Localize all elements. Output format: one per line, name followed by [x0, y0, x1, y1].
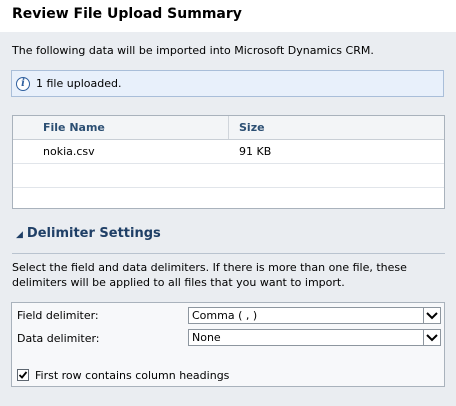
file-name-cell: nokia.csv	[43, 145, 95, 158]
notice-text: 1 file uploaded.	[36, 77, 122, 90]
column-header-file-name[interactable]: File Name	[43, 121, 105, 134]
delimiter-settings-box: Field delimiter: Comma ( , ) Data delimi…	[11, 302, 445, 387]
chevron-down-icon[interactable]	[423, 308, 440, 323]
page-header: Review File Upload Summary	[0, 0, 456, 32]
first-row-headings-label: First row contains column headings	[35, 369, 230, 382]
field-delimiter-value: Comma ( , )	[192, 309, 258, 322]
table-row-empty	[13, 164, 444, 188]
data-delimiter-select[interactable]: None	[188, 329, 441, 346]
collapse-triangle-icon: ◢	[16, 230, 23, 240]
table-header: File Name Size	[13, 116, 444, 140]
data-delimiter-label: Data delimiter:	[17, 332, 100, 345]
delimiter-section-toggle[interactable]: ◢ Delimiter Settings	[16, 226, 161, 241]
field-delimiter-label: Field delimiter:	[17, 309, 99, 322]
delimiter-description: Select the field and data delimiters. If…	[12, 261, 407, 289]
file-size-cell: 91 KB	[239, 145, 272, 158]
table-row[interactable]: nokia.csv 91 KB	[13, 140, 444, 164]
info-icon: i	[16, 77, 30, 91]
page-title: Review File Upload Summary	[12, 6, 242, 22]
section-title: Delimiter Settings	[26, 226, 161, 241]
chevron-down-icon[interactable]	[423, 330, 440, 345]
column-header-size[interactable]: Size	[239, 121, 265, 134]
file-table: File Name Size nokia.csv 91 KB	[12, 115, 445, 209]
intro-text: The following data will be imported into…	[12, 44, 374, 57]
first-row-headings-checkbox[interactable]	[17, 369, 29, 381]
field-delimiter-select[interactable]: Comma ( , )	[188, 307, 441, 324]
data-delimiter-value: None	[192, 331, 221, 344]
column-divider[interactable]	[228, 116, 229, 139]
upload-notice: i 1 file uploaded.	[11, 70, 444, 97]
section-divider	[12, 253, 445, 254]
